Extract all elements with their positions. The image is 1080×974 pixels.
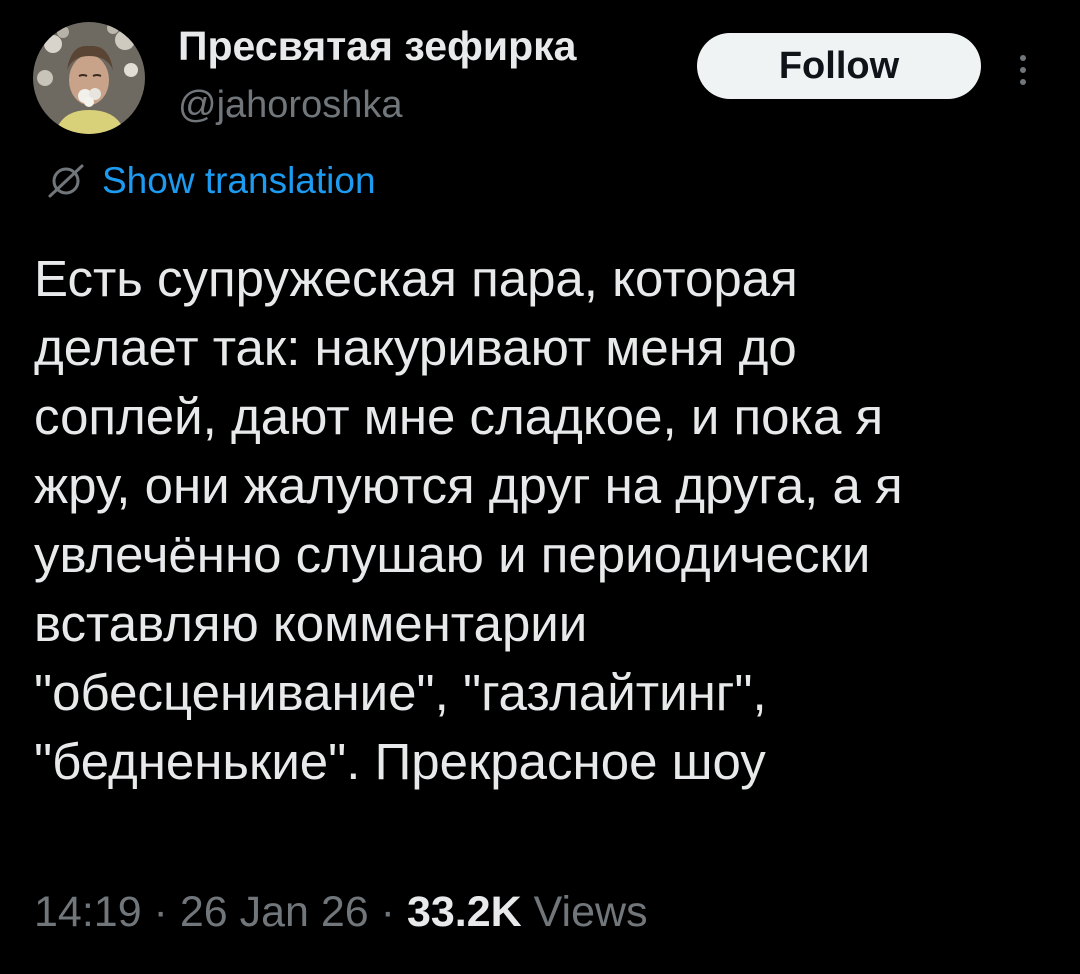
more-options-button[interactable]: [1008, 40, 1038, 100]
tweet-date[interactable]: 26 Jan 26: [180, 888, 369, 936]
tweet-text-line: увлечённо слушаю и периодически: [34, 526, 871, 583]
show-translation-label: Show translation: [102, 160, 376, 201]
avatar-photo-icon: [33, 22, 145, 134]
tweet-time[interactable]: 14:19: [34, 888, 142, 936]
tweet-text-line: делает так: накуривают меня до: [34, 319, 797, 376]
author-display-name[interactable]: Пресвятая зефирка: [178, 18, 576, 74]
tweet-text-line: Есть супружеская пара, которая: [34, 250, 798, 307]
meta-separator: ·: [368, 888, 407, 936]
follow-button[interactable]: Follow: [697, 33, 981, 99]
author-handle[interactable]: @jahoroshka: [178, 79, 402, 131]
views-count: 33.2K: [406, 888, 522, 936]
tweet-text-line: "обесценивание", "газлайтинг",: [34, 664, 767, 721]
tweet-text-line: "бедненькие". Прекрасное шоу: [34, 733, 766, 790]
avatar[interactable]: [33, 22, 145, 134]
tweet-card: Пресвятая зефирка @jahoroshka Follow Sho…: [0, 0, 1080, 974]
more-vertical-icon: [1020, 55, 1026, 85]
views-label: Views: [533, 888, 648, 936]
tweet-text: Есть супружеская пара, которая делает та…: [34, 244, 1054, 796]
tweet-text-line: жру, они жалуются друг на друга, а я: [34, 457, 903, 514]
meta-separator: ·: [141, 888, 180, 936]
translate-icon: [48, 164, 84, 198]
show-translation-link[interactable]: Show translation: [42, 155, 376, 207]
tweet-meta: 14:19 · 26 Jan 26 · 33.2K Views: [34, 882, 648, 942]
tweet-text-line: вставляю комментарии: [34, 595, 588, 652]
tweet-text-line: соплей, дают мне сладкое, и пока я: [34, 388, 884, 445]
